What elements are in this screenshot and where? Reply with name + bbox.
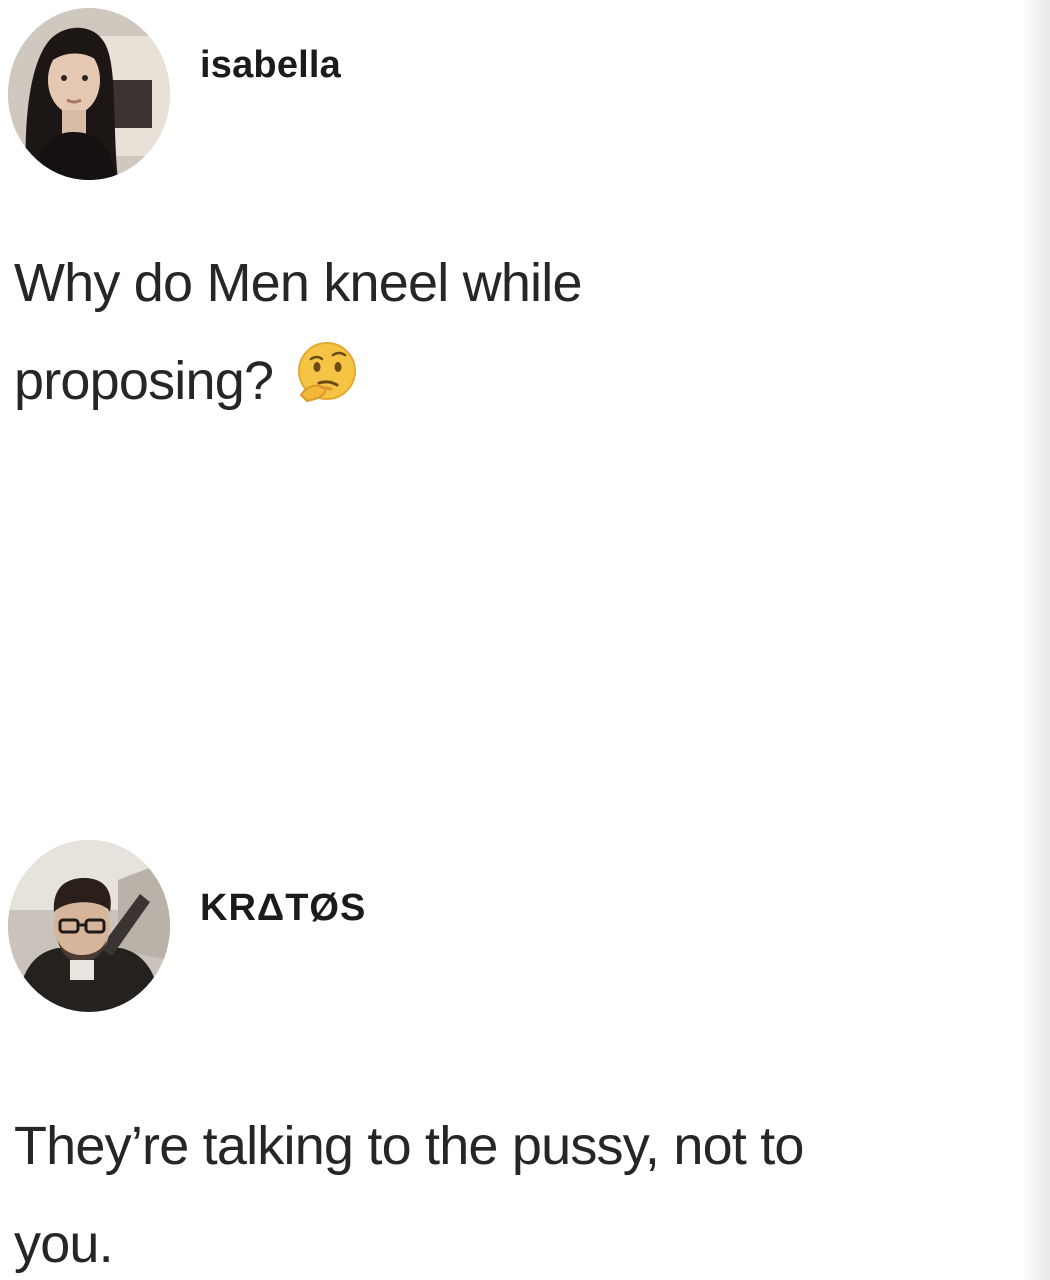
username-isabella[interactable]: isabella <box>200 44 341 87</box>
post-header: isabella <box>0 0 600 180</box>
post-text-line-2: proposing? <box>14 332 834 430</box>
username-kratos[interactable]: KRΔTØS <box>200 887 366 930</box>
post-text: They’re talking to the pussy, not to you… <box>14 1097 1044 1280</box>
post-isabella: isabella Why do Men kneel while proposin… <box>0 0 1050 460</box>
avatar-kratos[interactable] <box>8 840 170 1012</box>
profile-photo-icon <box>8 8 170 180</box>
post-text-line-2: you. <box>14 1214 114 1274</box>
screenshot-frame: isabella Why do Men kneel while proposin… <box>0 0 1050 1280</box>
post-kratos: KRΔTØS They’re talking to the pussy, not… <box>0 835 1050 1280</box>
avatar-isabella[interactable] <box>8 8 170 180</box>
post-text-line-2-text: proposing? <box>14 351 274 411</box>
post-text-line-1: Why do Men kneel while <box>14 253 582 313</box>
post-text-line-1: They’re talking to the pussy, not to <box>14 1116 804 1176</box>
post-text: Why do Men kneel while proposing? <box>14 234 834 430</box>
profile-photo-icon <box>8 840 170 1012</box>
post-header: KRΔTØS <box>0 835 600 1015</box>
thinking-face-icon <box>298 342 357 403</box>
